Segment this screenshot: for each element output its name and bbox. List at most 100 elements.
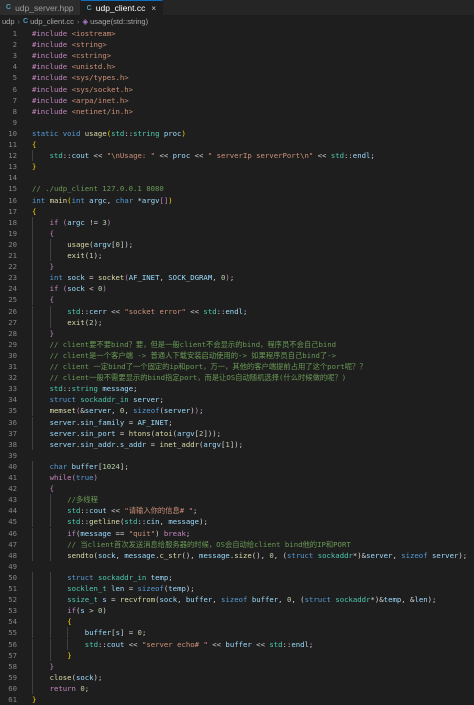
code-token: usage: [67, 239, 90, 249]
code-line[interactable]: 24 if (sock < 0): [0, 283, 474, 295]
code-line[interactable]: 42 {: [0, 483, 474, 495]
code-line[interactable]: 11 {: [0, 139, 474, 150]
code-line[interactable]: 4 #include <unistd.h>: [0, 61, 474, 72]
code-line[interactable]: 38 server.sin_addr.s_addr = inet_addr(arg…: [0, 438, 474, 450]
indent-guide: [32, 671, 33, 683]
code-text: {: [50, 294, 54, 305]
code-line[interactable]: 32 // client一般不需要显示的bind指定port，而是让OS自动随机选…: [0, 372, 474, 384]
code-line[interactable]: 13}: [0, 161, 474, 172]
code-line[interactable]: 18 if (argc != 3): [0, 216, 474, 228]
code-token: []: [159, 195, 169, 205]
indent-guide: [49, 549, 51, 561]
indent-guide: [49, 238, 51, 250]
code-text: {: [67, 616, 71, 627]
code-line[interactable]: 34 struct sockaddr_in server;: [0, 394, 474, 406]
code-token: ;: [168, 572, 173, 582]
code-line[interactable]: 61}: [0, 694, 474, 705]
code-token: s_addr: [119, 439, 147, 449]
code-line[interactable]: 14: [0, 172, 474, 183]
code-line[interactable]: 57}: [0, 649, 474, 661]
code-line[interactable]: 53 if(s > 0): [0, 605, 474, 617]
code-editor[interactable]: 1 #include <iostream> 2 #include <string> 3 #…: [0, 27, 474, 704]
code-line[interactable]: 19 {: [0, 227, 474, 239]
code-text: sendto(sock, message.c_str(), message.si…: [67, 550, 467, 561]
code-line[interactable]: 36 server.sin_family = AF_INET;: [0, 416, 474, 428]
code-line[interactable]: 58}: [0, 660, 474, 672]
code-token: struct: [286, 550, 314, 560]
code-line[interactable]: 52 ssize_t s = recvfrom(sock, buffer, siz…: [0, 594, 474, 606]
code-token: );: [199, 517, 208, 527]
code-line[interactable]: 46 if(message == "quit") break;: [0, 527, 474, 539]
chevron-right-icon: ›: [17, 16, 21, 26]
code-line[interactable]: 9: [0, 117, 474, 128]
code-line[interactable]: 31 // client 一定bind了一个固定的ip和port，万一，其他的客户…: [0, 361, 474, 373]
line-number: 45: [8, 517, 17, 527]
code-line[interactable]: 33 std::string message;: [0, 383, 474, 395]
code-line[interactable]: 43 //多线程: [0, 494, 474, 506]
code-line[interactable]: 39: [0, 450, 474, 461]
code-line[interactable]: 60 return 0;: [0, 682, 474, 694]
code-token: size: [234, 550, 252, 560]
tab-udp-client-cc[interactable]: C udp_client.cc ×: [80, 0, 164, 15]
code-token: std: [67, 517, 81, 527]
code-token: ): [168, 195, 173, 205]
code-line[interactable]: 21 exit(1);: [0, 250, 474, 262]
code-line[interactable]: 15 // ./udp_client 127.0.0.1 8080: [0, 183, 474, 194]
code-line[interactable]: 1 #include <iostream>: [0, 28, 474, 39]
code-line[interactable]: 59 close(sock);: [0, 671, 474, 683]
code-line[interactable]: 6 #include <sys/socket.h>: [0, 84, 474, 95]
code-line[interactable]: 12 std::cout << "\nUsage: " << proc << " …: [0, 150, 474, 162]
cpp-file-icon: C: [6, 4, 12, 11]
indent-guide: [32, 294, 33, 306]
code-line[interactable]: 3 #include <cstring>: [0, 50, 474, 61]
code-token: std: [67, 306, 81, 316]
code-line[interactable]: 17 {: [0, 206, 474, 217]
code-line[interactable]: 10 static void usage(std::string proc): [0, 128, 474, 139]
code-line[interactable]: 26 std::cerr << "socket error" << std::en…: [0, 305, 474, 317]
tab-udp-server-hpp[interactable]: C udp_server.hpp: [0, 0, 81, 15]
code-line[interactable]: 48 sendto(sock, message.c_str(), message.…: [0, 549, 474, 561]
code-line[interactable]: 25 {: [0, 294, 474, 306]
code-token: message: [80, 528, 112, 538]
code-line[interactable]: 8 #include <netinet/in.h>: [0, 106, 474, 117]
code-line[interactable]: 41 while(true): [0, 472, 474, 484]
code-text: #include <iostream>: [32, 28, 116, 39]
code-token: int: [71, 195, 85, 205]
code-line[interactable]: 35 memset(&server, 0, sizeof(server));: [0, 405, 474, 417]
code-line[interactable]: 5 #include <sys/types.h>: [0, 72, 474, 83]
indent-guide: [49, 649, 51, 661]
code-token: <string>: [71, 40, 107, 50]
code-line[interactable]: 45 std::getline(std::cin, message);: [0, 516, 474, 528]
code-line[interactable]: 16 int main(int argc, char *argv[]): [0, 195, 474, 206]
code-line[interactable]: 23 int sock = socket(AF_INET, SOCK_DGRAM,…: [0, 272, 474, 284]
indent-guide: [32, 538, 33, 550]
close-icon[interactable]: ×: [151, 4, 156, 13]
breadcrumb-file[interactable]: udp_client.cc: [30, 17, 74, 26]
code-line[interactable]: 37 server.sin_port = htons(atoi(argv[2]))…: [0, 427, 474, 439]
code-line[interactable]: 49: [0, 561, 474, 572]
code-line[interactable]: 29 // client要不要bind？要，但是一般client不会显示的bind…: [0, 338, 474, 350]
code-token: ): [102, 284, 107, 294]
code-line[interactable]: 28}: [0, 327, 474, 339]
code-line[interactable]: 54 {: [0, 616, 474, 628]
code-line[interactable]: 50 struct sockaddr_in temp;: [0, 571, 474, 583]
code-line[interactable]: 56 std::cout << "server echo# " << buffer…: [0, 638, 474, 650]
code-text: {: [50, 483, 54, 494]
code-line[interactable]: 47 // 当client首次发送消息给服务器的时候，OS会自动给client b…: [0, 538, 474, 550]
code-token: while: [49, 473, 72, 482]
code-line[interactable]: 30 // client是一个客户端 -> 普通人下载安装启动使用的-> 如果程序…: [0, 349, 474, 361]
breadcrumb-symbol[interactable]: usage(std::string): [90, 17, 148, 26]
code-line[interactable]: 22}: [0, 261, 474, 273]
code-line[interactable]: 27 exit(2);: [0, 316, 474, 328]
breadcrumb-folder[interactable]: udp: [2, 17, 15, 26]
code-line[interactable]: 2 #include <string>: [0, 39, 474, 50]
code-token: ssize_t: [67, 595, 98, 605]
code-line[interactable]: 51 socklen_t len = sizeof(temp);: [0, 583, 474, 595]
code-line[interactable]: 40 char buffer[1024];: [0, 460, 474, 472]
code-line[interactable]: 20 usage(argv[0]);: [0, 238, 474, 250]
code-token: <<: [155, 151, 173, 161]
code-line[interactable]: 55 buffer[s] = 0;: [0, 627, 474, 639]
code-line[interactable]: 44 std::cout << "请输入你的信息# ";: [0, 505, 474, 517]
code-line[interactable]: 7 #include <arpa/inet.h>: [0, 95, 474, 106]
indent-guide: [49, 516, 51, 528]
